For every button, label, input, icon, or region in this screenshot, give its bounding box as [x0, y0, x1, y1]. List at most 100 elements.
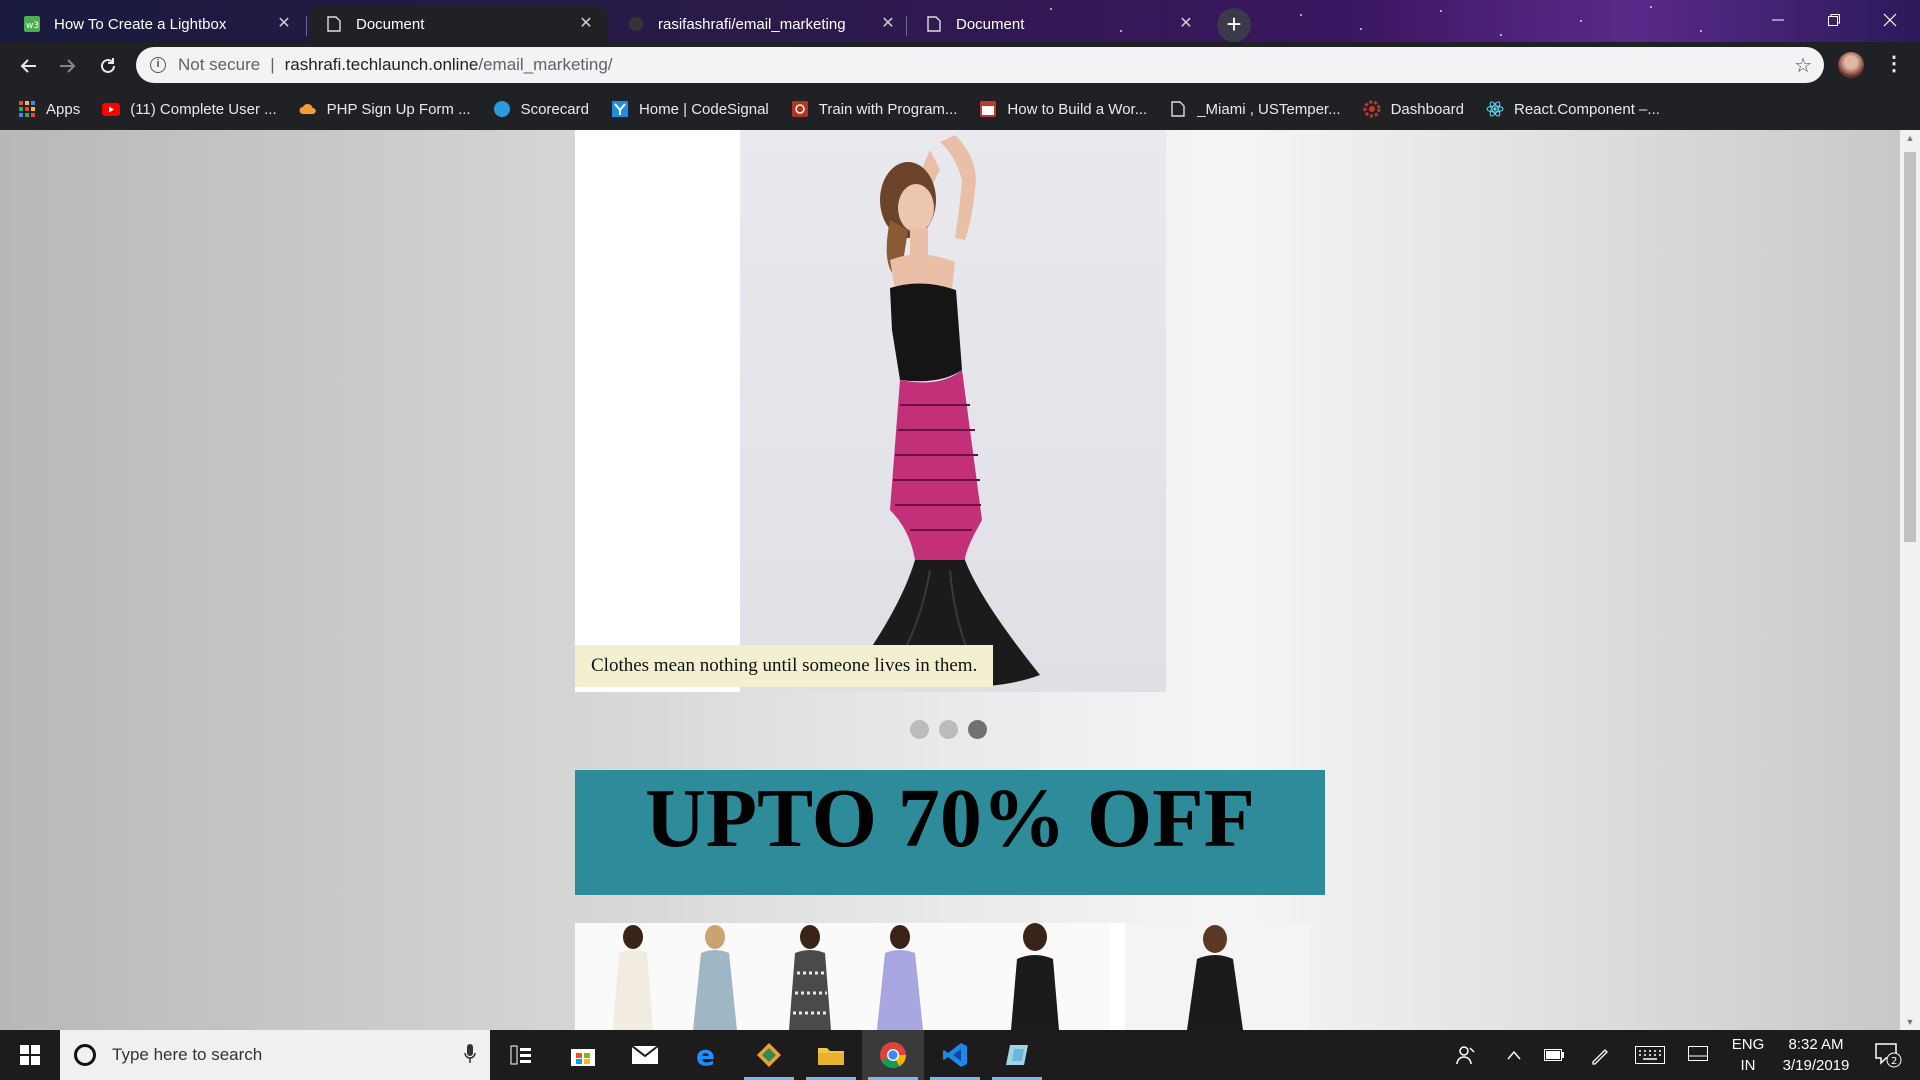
gitkraken-icon[interactable] [738, 1030, 800, 1080]
cloud-icon [299, 100, 317, 118]
page-scrollbar[interactable]: ▲ ▼ [1900, 130, 1920, 1030]
scroll-down-icon[interactable]: ▼ [1900, 1014, 1920, 1030]
bookmark-apps[interactable]: Apps [18, 100, 80, 118]
apps-grid-icon [18, 100, 36, 118]
search-placeholder: Type here to search [112, 1045, 263, 1064]
url-path: /email_marketing/ [478, 55, 613, 74]
security-label: Not secure [178, 55, 261, 74]
menu-dots-icon[interactable]: ⋮ [1884, 50, 1904, 80]
document-icon [1169, 100, 1187, 118]
bookmark-codesignal[interactable]: Home | CodeSignal [611, 100, 769, 118]
taskbar-search-input[interactable]: Type here to search [60, 1030, 490, 1080]
url-host: rashrafi.techlaunch.online [284, 55, 479, 74]
youtube-icon [102, 100, 121, 118]
chrome-icon[interactable] [862, 1030, 924, 1080]
app-icon[interactable] [986, 1030, 1048, 1080]
notifications-icon[interactable]: 2 [1866, 1030, 1910, 1080]
info-icon[interactable]: i [150, 57, 166, 73]
tab-title: rasifashrafi/email_marketing [658, 15, 846, 33]
mail-icon[interactable] [614, 1030, 676, 1080]
react-icon [1486, 100, 1504, 118]
bookmark-miami[interactable]: _Miami , USTemper... [1169, 100, 1341, 118]
product-thumbnails-strip [575, 923, 1310, 1030]
language-region: IN [1740, 1057, 1756, 1074]
bookmark-codewars[interactable]: Train with Program... [791, 100, 958, 118]
task-view-icon[interactable] [490, 1030, 552, 1080]
tab-title: Document [956, 15, 1025, 33]
background-star [1500, 34, 1502, 36]
close-icon[interactable]: ✕ [274, 14, 294, 34]
slide-dot-2[interactable] [939, 720, 958, 739]
people-icon[interactable] [1448, 1030, 1484, 1080]
keyboard-icon[interactable] [1630, 1030, 1670, 1080]
scorecard-icon [493, 100, 511, 118]
bookmark-star-icon[interactable]: ☆ [1794, 53, 1812, 78]
pen-icon[interactable] [1582, 1030, 1618, 1080]
battery-icon[interactable] [1536, 1030, 1572, 1080]
slide-indicator-dots [910, 720, 987, 739]
codewars-icon [791, 100, 809, 118]
background-star [1360, 28, 1362, 30]
tab-title: Document [356, 15, 425, 33]
tab-title: How To Create a Lightbox [54, 15, 227, 33]
background-star [1580, 20, 1582, 22]
restore-icon[interactable] [1806, 0, 1862, 40]
profile-avatar[interactable] [1838, 52, 1864, 78]
bookmark-php-signup[interactable]: PHP Sign Up Form ... [299, 100, 471, 118]
windows-taskbar: Type here to search e ENG IN 8:32 AM 3/1… [0, 1030, 1920, 1080]
bookmark-youtube[interactable]: (11) Complete User ... [102, 100, 277, 118]
close-window-icon[interactable] [1862, 0, 1918, 40]
tab-lightbox[interactable]: w3 How To Create a Lightbox ✕ [8, 6, 306, 42]
bookmark-label: (11) Complete User ... [130, 100, 277, 118]
background-star [1300, 14, 1302, 16]
microphone-icon[interactable] [464, 1044, 476, 1069]
bookmark-label: Apps [46, 100, 81, 118]
reload-icon[interactable] [92, 50, 124, 82]
bookmark-label: Home | CodeSignal [638, 100, 769, 118]
background-star [1700, 30, 1702, 32]
document-icon [926, 16, 942, 32]
bookmark-label: Train with Program... [818, 100, 958, 118]
new-tab-button[interactable]: + [1217, 8, 1251, 42]
edge-icon[interactable]: e [676, 1030, 738, 1080]
bookmark-dashboard[interactable]: Dashboard [1363, 100, 1464, 118]
store-icon[interactable] [552, 1030, 614, 1080]
close-icon[interactable]: ✕ [878, 14, 898, 34]
desktop-icon[interactable] [1680, 1030, 1716, 1080]
vscode-icon[interactable] [924, 1030, 986, 1080]
close-icon[interactable]: ✕ [576, 14, 596, 34]
bookmark-label: React.Component –... [1513, 100, 1660, 118]
file-explorer-icon[interactable] [800, 1030, 862, 1080]
close-icon[interactable]: ✕ [1176, 14, 1196, 34]
bookmark-scorecard[interactable]: Scorecard [493, 100, 589, 118]
slide-dot-1[interactable] [910, 720, 929, 739]
language-indicator[interactable]: ENG IN [1728, 1034, 1768, 1076]
scroll-up-icon[interactable]: ▲ [1900, 130, 1920, 146]
tab-github[interactable]: rasifashrafi/email_marketing ✕ [612, 6, 910, 42]
slide-dot-3-active[interactable] [968, 720, 987, 739]
back-arrow-icon[interactable] [12, 50, 44, 82]
scrollbar-thumb[interactable] [1904, 152, 1916, 542]
notification-count: 2 [1891, 1056, 1897, 1067]
calendar-icon [979, 100, 997, 118]
w3schools-icon: w3 [24, 16, 40, 32]
slide-caption: Clothes mean nothing until someone lives… [575, 645, 994, 687]
system-clock[interactable]: 8:32 AM 3/19/2019 [1770, 1034, 1862, 1076]
language-code: ENG [1731, 1036, 1765, 1053]
chevron-up-icon[interactable] [1496, 1030, 1532, 1080]
model-photo [740, 130, 1166, 692]
minimize-icon[interactable] [1750, 0, 1806, 40]
bookmarks-bar: Apps (11) Complete User ... PHP Sign Up … [0, 88, 1920, 130]
tab-document-active[interactable]: Document ✕ [310, 6, 608, 42]
tab-document[interactable]: Document ✕ [910, 6, 1208, 42]
address-bar[interactable]: i Not secure | rashrafi.techlaunch.onlin… [136, 47, 1824, 83]
clock-time: 8:32 AM [1788, 1036, 1844, 1053]
address-divider: | [270, 55, 275, 74]
cortana-icon [74, 1044, 96, 1066]
bookmark-react[interactable]: React.Component –... [1486, 100, 1660, 118]
codesignal-icon [611, 100, 629, 118]
background-star [1440, 10, 1442, 12]
bookmark-build-world[interactable]: How to Build a Wor... [979, 100, 1147, 118]
windows-start-icon[interactable] [0, 1030, 60, 1080]
forward-arrow-icon[interactable] [52, 50, 84, 82]
